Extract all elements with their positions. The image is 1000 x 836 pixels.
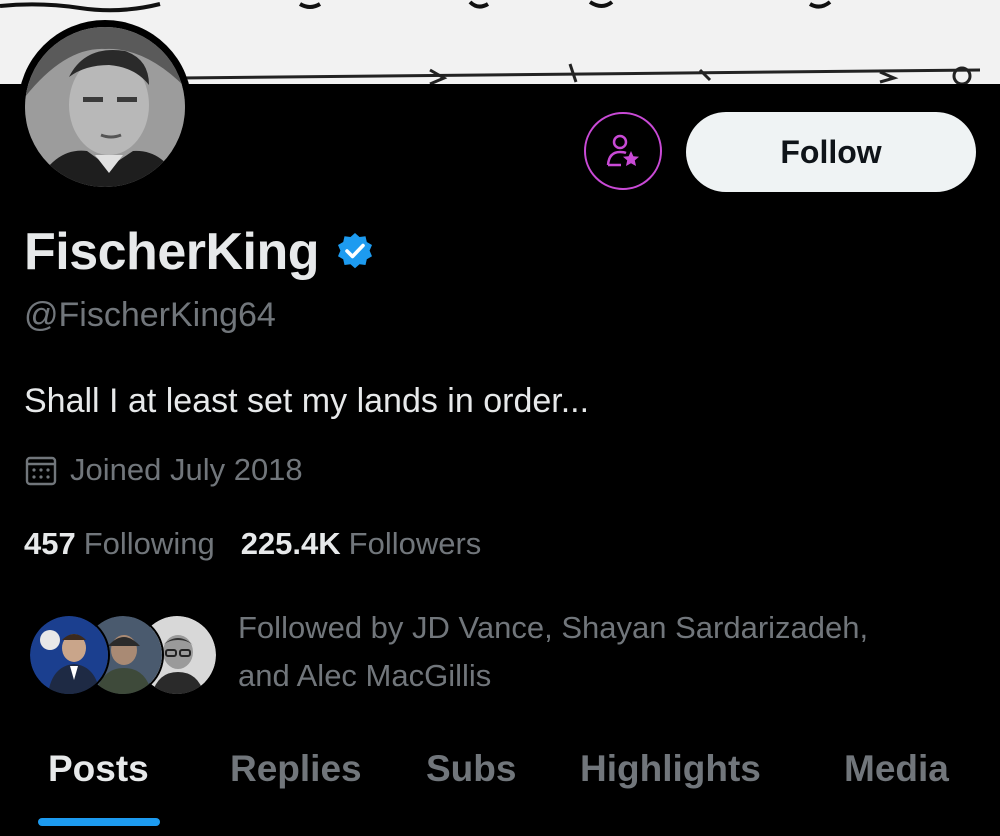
profile-avatar[interactable] (18, 20, 192, 194)
followed-by-line-1: Followed by JD Vance, Shayan Sardarizade… (238, 610, 869, 645)
following-label: Following (83, 526, 215, 561)
subscribe-button[interactable] (584, 112, 662, 190)
following-link[interactable]: 457 Following (24, 526, 215, 562)
tab-replies[interactable]: Replies (230, 748, 362, 790)
profile-tabs: Posts Replies Subs Highlights Media (0, 738, 1000, 836)
tab-highlights[interactable]: Highlights (580, 748, 761, 790)
display-name: FischerKing (24, 222, 375, 282)
followed-by-line-2: and Alec MacGillis (238, 658, 492, 693)
active-tab-indicator (38, 818, 160, 826)
verified-badge-icon[interactable] (335, 232, 375, 272)
profile-stats: 457 Following 225.4K Followers (24, 526, 481, 562)
avatar-photo (25, 27, 185, 187)
followers-count: 225.4K (240, 526, 341, 561)
followed-by-avatars[interactable] (28, 614, 218, 696)
profile-handle: @FischerKing64 (24, 296, 276, 334)
tab-subs[interactable]: Subs (426, 748, 516, 790)
display-name-text: FischerKing (24, 223, 320, 281)
user-star-icon (606, 134, 639, 167)
joined-date: Joined July 2018 (24, 452, 303, 488)
follower-avatar (28, 614, 110, 696)
following-count: 457 (24, 526, 76, 561)
joined-date-text: Joined July 2018 (70, 452, 303, 487)
followers-label: Followers (348, 526, 482, 561)
calendar-icon (25, 456, 57, 486)
followed-by-text[interactable]: Followed by JD Vance, Shayan Sardarizade… (238, 604, 958, 700)
tab-media[interactable]: Media (844, 748, 949, 790)
tab-posts[interactable]: Posts (48, 748, 149, 790)
profile-bio: Shall I at least set my lands in order..… (24, 382, 590, 420)
followers-link[interactable]: 225.4K Followers (241, 526, 482, 562)
follow-button[interactable]: Follow (686, 112, 976, 192)
